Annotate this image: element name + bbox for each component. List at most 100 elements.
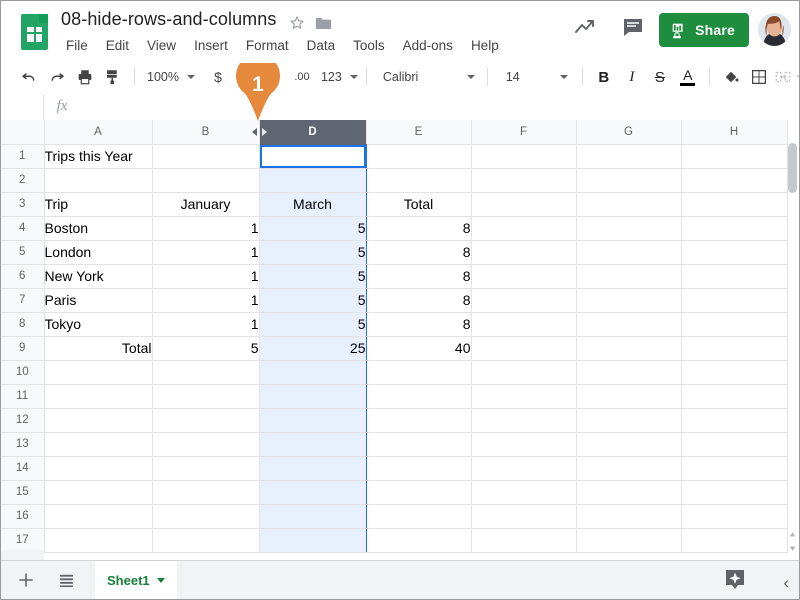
cell-E9[interactable]: 40 xyxy=(366,336,472,361)
cell-B15[interactable] xyxy=(152,480,260,505)
cell-A15[interactable] xyxy=(44,480,153,505)
row-header-2[interactable]: 2 xyxy=(1,168,45,193)
cell-G3[interactable] xyxy=(576,192,682,217)
cell-G17[interactable] xyxy=(576,528,682,553)
cell-D2[interactable] xyxy=(258,168,367,193)
cell-D3[interactable]: March xyxy=(258,192,367,217)
cell-F6[interactable] xyxy=(471,264,577,289)
cell-F11[interactable] xyxy=(471,384,577,409)
cell-E12[interactable] xyxy=(366,408,472,433)
cell-H11[interactable] xyxy=(681,384,788,409)
cell-F13[interactable] xyxy=(471,432,577,457)
menu-item-file[interactable]: File xyxy=(61,36,97,55)
cell-G14[interactable] xyxy=(576,456,682,481)
cell-G7[interactable] xyxy=(576,288,682,313)
paint-format-button[interactable] xyxy=(100,64,126,90)
cell-A14[interactable] xyxy=(44,456,153,481)
cell-G12[interactable] xyxy=(576,408,682,433)
cell-A3[interactable]: Trip xyxy=(44,192,153,217)
number-format-button[interactable]: 123 xyxy=(317,64,358,90)
cell-D12[interactable] xyxy=(258,408,367,433)
cell-D5[interactable]: 5 xyxy=(258,240,367,265)
vertical-scrollbar-thumb[interactable] xyxy=(788,143,797,193)
row-header-10[interactable]: 10 xyxy=(1,360,45,385)
cell-E2[interactable] xyxy=(366,168,472,193)
merge-cells-button[interactable] xyxy=(774,64,799,90)
cell-D14[interactable] xyxy=(258,456,367,481)
row-header-13[interactable]: 13 xyxy=(1,432,45,457)
cell-B16[interactable] xyxy=(152,504,260,529)
menu-item-insert[interactable]: Insert xyxy=(185,36,237,55)
cell-E10[interactable] xyxy=(366,360,472,385)
cell-H1[interactable] xyxy=(681,144,788,169)
cell-H10[interactable] xyxy=(681,360,788,385)
scroll-down-button[interactable] xyxy=(787,541,798,552)
cell-D13[interactable] xyxy=(258,432,367,457)
cell-F9[interactable] xyxy=(471,336,577,361)
font-size-selector[interactable]: 14 xyxy=(496,64,574,90)
cell-H7[interactable] xyxy=(681,288,788,313)
cell-A8[interactable]: Tokyo xyxy=(44,312,153,337)
cell-B9[interactable]: 5 xyxy=(152,336,260,361)
trending-chart-icon[interactable] xyxy=(573,16,597,40)
cell-G4[interactable] xyxy=(576,216,682,241)
borders-button[interactable] xyxy=(746,64,772,90)
cell-F17[interactable] xyxy=(471,528,577,553)
cell-E4[interactable]: 8 xyxy=(366,216,472,241)
print-button[interactable] xyxy=(72,64,98,90)
cell-G16[interactable] xyxy=(576,504,682,529)
cell-D8[interactable]: 5 xyxy=(258,312,367,337)
cell-G9[interactable] xyxy=(576,336,682,361)
cell-H6[interactable] xyxy=(681,264,788,289)
cell-D1[interactable] xyxy=(258,144,367,169)
column-header-h[interactable]: H xyxy=(681,120,788,145)
chevron-down-icon[interactable] xyxy=(156,577,165,583)
name-box[interactable] xyxy=(1,93,44,120)
cell-E7[interactable]: 8 xyxy=(366,288,472,313)
zoom-control[interactable]: 100% xyxy=(143,64,195,90)
cell-B2[interactable] xyxy=(152,168,260,193)
menu-item-tools[interactable]: Tools xyxy=(344,36,394,55)
cell-A11[interactable] xyxy=(44,384,153,409)
decrease-decimal-button[interactable]: .0 xyxy=(261,64,287,90)
row-header-3[interactable]: 3 xyxy=(1,192,45,217)
cell-B11[interactable] xyxy=(152,384,260,409)
cell-B12[interactable] xyxy=(152,408,260,433)
add-sheet-button[interactable] xyxy=(11,565,41,595)
cell-H2[interactable] xyxy=(681,168,788,193)
cell-F8[interactable] xyxy=(471,312,577,337)
row-header-1[interactable]: 1 xyxy=(1,144,45,169)
cell-E15[interactable] xyxy=(366,480,472,505)
comment-icon[interactable] xyxy=(621,15,645,39)
cell-F16[interactable] xyxy=(471,504,577,529)
cell-H8[interactable] xyxy=(681,312,788,337)
cell-D6[interactable]: 5 xyxy=(258,264,367,289)
cell-A9[interactable]: Total xyxy=(44,336,153,361)
fill-color-button[interactable] xyxy=(718,64,744,90)
text-color-button[interactable]: A xyxy=(675,64,701,90)
cell-A17[interactable] xyxy=(44,528,153,553)
cell-D10[interactable] xyxy=(258,360,367,385)
cell-F3[interactable] xyxy=(471,192,577,217)
cell-D15[interactable] xyxy=(258,480,367,505)
explore-button[interactable] xyxy=(721,566,749,594)
cell-E8[interactable]: 8 xyxy=(366,312,472,337)
percent-format-button[interactable]: % xyxy=(233,64,259,90)
cell-H5[interactable] xyxy=(681,240,788,265)
undo-button[interactable] xyxy=(16,64,42,90)
cell-B8[interactable]: 1 xyxy=(152,312,260,337)
cell-G15[interactable] xyxy=(576,480,682,505)
cell-A2[interactable] xyxy=(44,168,153,193)
row-header-17[interactable]: 17 xyxy=(1,528,45,553)
star-icon[interactable] xyxy=(289,15,305,31)
cell-E14[interactable] xyxy=(366,456,472,481)
row-header-4[interactable]: 4 xyxy=(1,216,45,241)
cell-H13[interactable] xyxy=(681,432,788,457)
cell-E17[interactable] xyxy=(366,528,472,553)
cell-D17[interactable] xyxy=(258,528,367,553)
menu-item-data[interactable]: Data xyxy=(298,36,345,55)
menu-item-format[interactable]: Format xyxy=(237,36,298,55)
menu-item-help[interactable]: Help xyxy=(462,36,508,55)
cell-A12[interactable] xyxy=(44,408,153,433)
currency-format-button[interactable]: $ xyxy=(205,64,231,90)
